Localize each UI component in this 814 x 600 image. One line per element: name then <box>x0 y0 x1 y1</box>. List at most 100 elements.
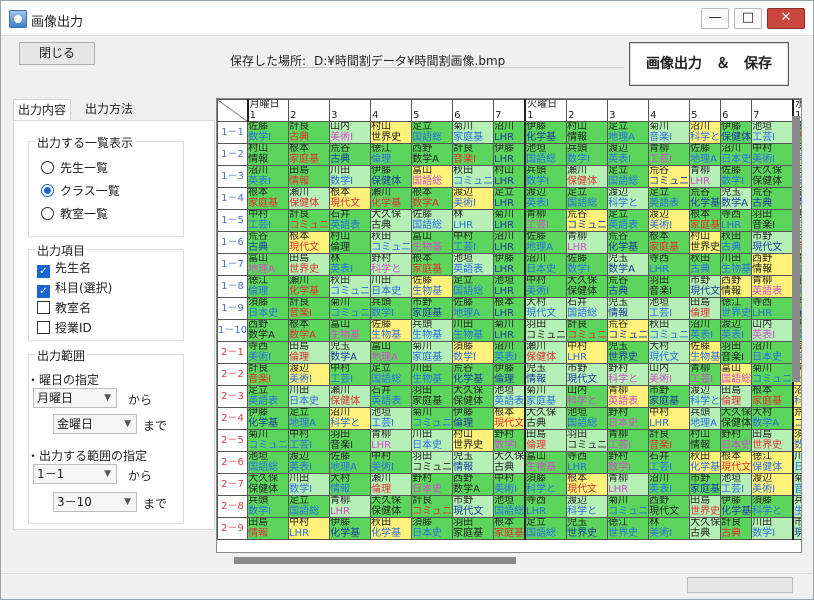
timetable-cell[interactable]: 菊川 家庭基 <box>452 121 495 144</box>
timetable-cell[interactable]: 池垣工芸Ⅰ <box>370 407 413 430</box>
timetable-cell[interactable]: 伊藤 化学基 <box>720 495 753 518</box>
timetable-cell[interactable]: 山内 美術Ⅰ <box>329 121 372 144</box>
timetable-cell[interactable]: 足立 国語総 <box>524 517 568 540</box>
timetable-cell[interactable]: 市野現代文 <box>792 517 801 540</box>
timetable-cell[interactable]: 村山 世界史 <box>370 121 413 144</box>
timetable-cell[interactable]: 計良 コミュニ <box>566 319 609 342</box>
timetable-cell[interactable]: 市野 家庭基 <box>411 297 454 320</box>
timetable-cell[interactable]: 足立 国語総 <box>288 495 331 518</box>
check-subject[interactable]: ✓ 科目(選択) <box>37 279 112 298</box>
timetable-cell[interactable]: 村山 倫理 <box>329 231 372 254</box>
timetable-cell[interactable]: 児玉情報 <box>524 363 568 386</box>
timetable-cell[interactable]: 荒谷 化学基 <box>607 231 650 254</box>
timetable-cell[interactable]: 渡辺美術Ⅰ <box>288 363 331 386</box>
timetable-cell[interactable]: 中村 工芸Ⅰ <box>288 429 331 452</box>
timetable-cell[interactable]: 足立 英語表 <box>247 385 290 408</box>
timetable-cell[interactable]: 徳江 倫理 <box>247 275 290 298</box>
timetable-cell[interactable]: 伊藤 倫理 <box>452 407 495 430</box>
timetable-cell[interactable]: 佐藤 数学Ⅰ <box>720 165 753 188</box>
range-to-select[interactable]: 3－10 ▼ <box>53 492 137 512</box>
timetable-cell[interactable]: 西野 数学A <box>452 473 495 496</box>
timetable-cell[interactable]: 羽田 コミュニ <box>566 429 609 452</box>
timetable-cell[interactable]: 荒谷コミュニ <box>566 209 609 232</box>
tab-output-method[interactable]: 出力方法 <box>81 99 137 121</box>
timetable-cell[interactable]: 石井国語総 <box>566 297 609 320</box>
timetable-cell[interactable]: 瀬川 化学基 <box>288 275 331 298</box>
timetable-cell[interactable]: 足立 国語総 <box>411 121 454 144</box>
timetable-cell[interactable]: 村山 情報 <box>247 143 290 166</box>
timetable-cell[interactable]: 田島 世界史 <box>751 429 794 452</box>
timetable-cell[interactable]: 伊藤 LHR <box>493 143 526 166</box>
vertical-scrollbar[interactable] <box>792 116 800 382</box>
timetable-cell[interactable]: 富山 生物基 <box>411 231 454 254</box>
timetable-cell[interactable]: 根本数学A <box>411 187 454 210</box>
timetable-cell[interactable]: 青柳 英語表 <box>607 385 650 408</box>
timetable-cell[interactable]: 伊藤 倫理 <box>493 363 526 386</box>
check-icon[interactable]: ✓ <box>37 265 50 278</box>
horizontal-scrollbar[interactable] <box>234 557 516 564</box>
timetable-cell[interactable]: 荒谷 古典 <box>751 187 794 210</box>
timetable-cell[interactable]: 寺西LHR <box>720 209 753 232</box>
timetable-cell[interactable]: 羽田 コミュニ <box>524 319 568 342</box>
timetable-cell[interactable]: 根本数学A <box>288 319 331 342</box>
timetable-cell[interactable]: 羽田 家庭基 <box>452 517 495 540</box>
timetable-cell[interactable]: 児玉情報 <box>607 297 650 320</box>
timetable-cell[interactable]: 須藤 科学と <box>751 495 794 518</box>
timetable-cell[interactable]: 渡辺 英表Ⅰ <box>607 143 650 166</box>
timetable-cell[interactable]: 沼川科学と <box>792 385 801 408</box>
check-teacher-name[interactable]: ✓ 先生名 <box>37 259 91 278</box>
timetable-cell[interactable]: 秋田化学基 <box>689 451 722 474</box>
timetable-cell[interactable]: 大久保 古典 <box>493 451 526 474</box>
timetable-cell[interactable]: 渡辺 英表Ⅰ <box>720 319 753 342</box>
timetable-cell[interactable]: 大久保 保健体 <box>370 495 413 518</box>
timetable-cell[interactable]: 青柳 LHR <box>689 165 722 188</box>
timetable-grid-view[interactable]: 月曜日1234567火曜日1234567水曜日12341－1佐藤数学Ⅰ計良古典山… <box>216 98 802 553</box>
timetable-cell[interactable]: 寺西LHR <box>648 253 691 276</box>
timetable-cell[interactable]: 市野 家庭基 <box>648 385 691 408</box>
timetable-cell[interactable]: 菊川 コミュニ <box>751 363 794 386</box>
timetable-cell[interactable]: 徳江 倫理 <box>370 143 413 166</box>
timetable-cell[interactable]: 佐藤 地理A <box>329 451 372 474</box>
radio-class-circle[interactable] <box>41 184 54 197</box>
timetable-cell[interactable]: 大村 数学A <box>751 407 794 430</box>
timetable-cell[interactable]: 野村 数学Ⅰ <box>607 451 650 474</box>
timetable-cell[interactable]: 田島倫理 <box>524 429 568 452</box>
timetable-cell[interactable]: 中村 LHR <box>288 517 331 540</box>
timetable-cell[interactable]: 川田 生物基 <box>452 319 495 342</box>
timetable-cell[interactable]: 村山 世界史 <box>452 429 495 452</box>
timetable-cell[interactable]: 秋田 古典 <box>720 231 753 254</box>
checkbox-empty[interactable] <box>37 321 50 334</box>
timetable-cell[interactable]: 中村 工芸Ⅰ <box>329 363 372 386</box>
timetable-cell[interactable]: 荒谷コミュニ <box>648 165 691 188</box>
timetable-cell[interactable]: 足立 LHR <box>493 187 526 210</box>
timetable-cell[interactable]: 佐藤 生物基 <box>370 319 413 342</box>
timetable-cell[interactable]: 菊川 LHR <box>493 319 526 342</box>
timetable-cell[interactable]: 大久保 古典 <box>370 209 413 232</box>
timetable-cell[interactable]: 中村 LHR <box>648 407 691 430</box>
day-to-select[interactable]: 金曜日 ▼ <box>53 414 137 434</box>
timetable-cell[interactable]: 児玉 世界史 <box>566 517 609 540</box>
timetable-cell[interactable]: 青柳 工芸Ⅰ <box>524 209 568 232</box>
timetable-cell[interactable]: 秋田 コミュニ <box>329 275 372 298</box>
timetable-cell[interactable]: 兵頭 数学Ⅰ <box>247 495 290 518</box>
timetable-cell[interactable]: 渡辺美術Ⅰ <box>648 209 691 232</box>
timetable-cell[interactable]: 足立 国語総 <box>370 363 413 386</box>
timetable-cell[interactable]: 瀬川 保健体 <box>524 341 568 364</box>
timetable-cell[interactable]: 瀬川 保健体 <box>288 187 331 210</box>
timetable-cell[interactable]: 池垣 国語総 <box>493 495 526 518</box>
timetable-cell[interactable]: 青柳 LHR <box>329 495 372 518</box>
timetable-cell[interactable]: 池垣 LHR <box>493 275 526 298</box>
timetable-cell[interactable]: 川田 数学Ⅰ <box>288 473 331 496</box>
timetable-cell[interactable]: 根本 現代文 <box>288 231 331 254</box>
timetable-cell[interactable]: 石井 英語表 <box>370 385 413 408</box>
timetable-cell[interactable]: 富山 地理A <box>370 341 413 364</box>
timetable-cell[interactable]: 羽田 家庭基 <box>411 385 454 408</box>
timetable-cell[interactable]: 田島倫理 <box>689 297 722 320</box>
timetable-cell[interactable]: 市野現代文 <box>452 495 495 518</box>
timetable-cell[interactable]: 児玉 数学A <box>720 187 753 210</box>
timetable-cell[interactable]: 菊川 コミュニ <box>247 429 290 452</box>
timetable-cell[interactable]: 佐藤 生物基 <box>689 341 722 364</box>
timetable-cell[interactable]: 池垣 英語表 <box>493 385 526 408</box>
check-icon[interactable]: ✓ <box>37 285 50 298</box>
timetable-cell[interactable]: 大村現代文 <box>524 297 568 320</box>
